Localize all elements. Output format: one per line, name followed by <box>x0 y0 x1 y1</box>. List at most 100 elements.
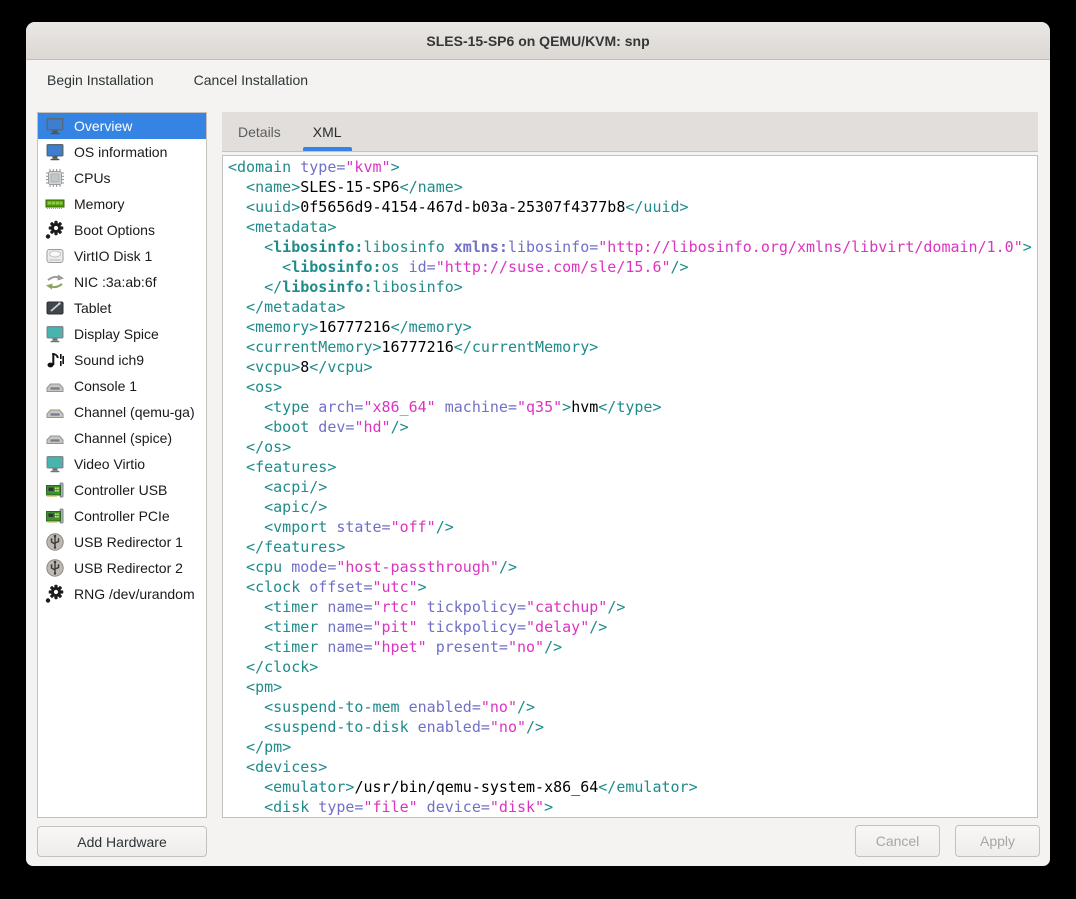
xml-line: <timer name="hpet" present="no"/> <box>228 637 1037 657</box>
monitor-teal-icon <box>45 454 65 474</box>
sidebar-item-os-information[interactable]: OS information <box>38 139 206 165</box>
monitor-blue-icon <box>45 116 65 136</box>
desktop: { "window": { "title": "SLES-15-SP6 on Q… <box>0 0 1076 899</box>
xml-code: <domain type="kvm"> <name>SLES-15-SP6</n… <box>223 156 1037 817</box>
xml-line: </pm> <box>228 737 1037 757</box>
xml-line: <uuid>0f5656d9-4154-467d-b03a-25307f4377… <box>228 197 1037 217</box>
vm-details-window: SLES-15-SP6 on QEMU/KVM: snp Begin Insta… <box>26 22 1050 866</box>
xml-line: <suspend-to-mem enabled="no"/> <box>228 697 1037 717</box>
xml-line: <libosinfo:libosinfo xmlns:libosinfo="ht… <box>228 237 1037 257</box>
monitor-teal-icon <box>45 324 65 344</box>
xml-line: <name>SLES-15-SP6</name> <box>228 177 1037 197</box>
titlebar[interactable]: SLES-15-SP6 on QEMU/KVM: snp <box>26 22 1050 60</box>
cpu-chip-icon <box>45 168 65 188</box>
sidebar-item-label: USB Redirector 1 <box>74 534 183 550</box>
sidebar-item-label: Tablet <box>74 300 111 316</box>
sidebar-item-channel-spice[interactable]: Channel (spice) <box>38 425 206 451</box>
footer-buttons: Cancel Apply <box>855 825 1040 857</box>
sidebar-item-cpus[interactable]: CPUs <box>38 165 206 191</box>
xml-line: <currentMemory>16777216</currentMemory> <box>228 337 1037 357</box>
sidebar-item-label: CPUs <box>74 170 111 186</box>
sidebar-item-label: Overview <box>74 118 132 134</box>
serial-port-icon <box>45 376 65 396</box>
xml-line: </metadata> <box>228 297 1037 317</box>
monitor-blue-icon <box>45 142 65 162</box>
xml-line: <suspend-to-disk enabled="no"/> <box>228 717 1037 737</box>
xml-line: <vcpu>8</vcpu> <box>228 357 1037 377</box>
xml-line: <features> <box>228 457 1037 477</box>
xml-line: </libosinfo:libosinfo> <box>228 277 1037 297</box>
sidebar-item-label: NIC :3a:ab:6f <box>74 274 157 290</box>
toolbar: Begin Installation Cancel Installation <box>26 60 1050 100</box>
sidebar-item-label: Channel (spice) <box>74 430 172 446</box>
xml-line: <os> <box>228 377 1037 397</box>
gear-icon <box>45 584 65 604</box>
tab-xml[interactable]: XML <box>297 112 358 151</box>
sidebar-item-nic-3a-ab-6f[interactable]: NIC :3a:ab:6f <box>38 269 206 295</box>
xml-line: <timer name="pit" tickpolicy="delay"/> <box>228 617 1037 637</box>
xml-line: <domain type="kvm"> <box>228 157 1037 177</box>
sidebar-item-label: OS information <box>74 144 167 160</box>
xml-line: <pm> <box>228 677 1037 697</box>
usb-icon <box>45 532 65 552</box>
sidebar-item-label: Display Spice <box>74 326 159 342</box>
sidebar-item-tablet[interactable]: Tablet <box>38 295 206 321</box>
apply-button[interactable]: Apply <box>955 825 1040 857</box>
sidebar-item-controller-usb[interactable]: Controller USB <box>38 477 206 503</box>
sidebar-item-channel-qemu-ga[interactable]: Channel (qemu-ga) <box>38 399 206 425</box>
add-hardware-button[interactable]: Add Hardware <box>37 826 207 857</box>
disk-icon <box>45 246 65 266</box>
xml-line: <disk type="file" device="disk"> <box>228 797 1037 817</box>
sidebar-item-label: Channel (qemu-ga) <box>74 404 195 420</box>
hardware-list: Overview OS information CPUs Memory Boot Opt… <box>37 112 207 818</box>
xml-editor[interactable]: <domain type="kvm"> <name>SLES-15-SP6</n… <box>222 155 1038 818</box>
sidebar-item-controller-pcie[interactable]: Controller PCIe <box>38 503 206 529</box>
xml-line: </clock> <box>228 657 1037 677</box>
gear-icon <box>45 220 65 240</box>
sidebar-item-console-1[interactable]: Console 1 <box>38 373 206 399</box>
xml-line: <timer name="rtc" tickpolicy="catchup"/> <box>228 597 1037 617</box>
xml-line: </os> <box>228 437 1037 457</box>
sidebar-item-label: Boot Options <box>74 222 155 238</box>
xml-line: <type arch="x86_64" machine="q35">hvm</t… <box>228 397 1037 417</box>
controller-card-icon <box>45 506 65 526</box>
network-icon <box>45 272 65 292</box>
sidebar-item-sound-ich9[interactable]: Sound ich9 <box>38 347 206 373</box>
tab-details[interactable]: Details <box>222 112 297 151</box>
sound-icon <box>45 350 65 370</box>
sidebar-item-label: Video Virtio <box>74 456 145 472</box>
sidebar-item-label: VirtIO Disk 1 <box>74 248 152 264</box>
sidebar-item-label: RNG /dev/urandom <box>74 586 195 602</box>
serial-port-icon <box>45 402 65 422</box>
xml-line: <boot dev="hd"/> <box>228 417 1037 437</box>
begin-installation-button[interactable]: Begin Installation <box>45 68 156 92</box>
sidebar-item-label: Controller USB <box>74 482 167 498</box>
serial-port-icon <box>45 428 65 448</box>
sidebar-item-boot-options[interactable]: Boot Options <box>38 217 206 243</box>
xml-line: <apic/> <box>228 497 1037 517</box>
xml-line: </features> <box>228 537 1037 557</box>
xml-line: <vmport state="off"/> <box>228 517 1037 537</box>
xml-line: <emulator>/usr/bin/qemu-system-x86_64</e… <box>228 777 1037 797</box>
sidebar-item-virtio-disk-1[interactable]: VirtIO Disk 1 <box>38 243 206 269</box>
sidebar-item-usb-redirector-1[interactable]: USB Redirector 1 <box>38 529 206 555</box>
usb-icon <box>45 558 65 578</box>
window-title: SLES-15-SP6 on QEMU/KVM: snp <box>426 33 649 49</box>
xml-line: <memory>16777216</memory> <box>228 317 1037 337</box>
sidebar-item-overview[interactable]: Overview <box>38 113 206 139</box>
xml-line: <acpi/> <box>228 477 1037 497</box>
memory-icon <box>45 194 65 214</box>
sidebar-item-label: USB Redirector 2 <box>74 560 183 576</box>
cancel-button[interactable]: Cancel <box>855 825 940 857</box>
tab-strip: DetailsXML <box>222 112 1038 152</box>
tablet-icon <box>45 298 65 318</box>
xml-line: <libosinfo:os id="http://suse.com/sle/15… <box>228 257 1037 277</box>
cancel-installation-button[interactable]: Cancel Installation <box>192 68 310 92</box>
sidebar-item-usb-redirector-2[interactable]: USB Redirector 2 <box>38 555 206 581</box>
sidebar-item-video-virtio[interactable]: Video Virtio <box>38 451 206 477</box>
sidebar-item-display-spice[interactable]: Display Spice <box>38 321 206 347</box>
sidebar-item-label: Console 1 <box>74 378 137 394</box>
sidebar-item-memory[interactable]: Memory <box>38 191 206 217</box>
sidebar-item-rng-dev-urandom[interactable]: RNG /dev/urandom <box>38 581 206 607</box>
xml-line: <cpu mode="host-passthrough"/> <box>228 557 1037 577</box>
